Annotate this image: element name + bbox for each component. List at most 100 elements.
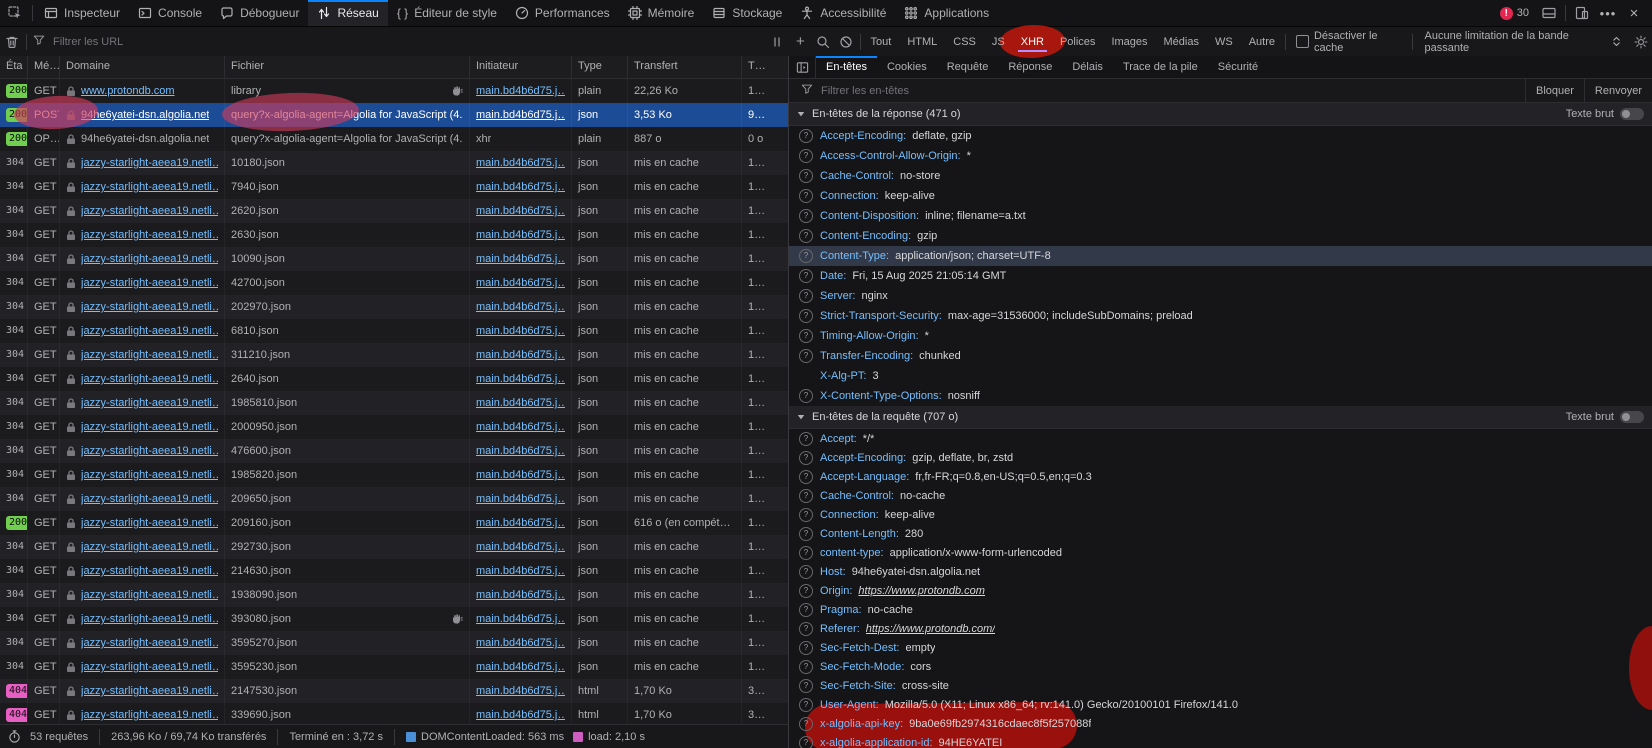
details-tab-securite[interactable]: Sécurité	[1208, 56, 1268, 78]
header-row[interactable]: ? Cache-Control no-cache	[789, 486, 1652, 505]
initiator-cell[interactable]: main.bd4b6d75.j…	[470, 511, 572, 535]
header-row[interactable]: ? Connection keep-alive	[789, 186, 1652, 206]
help-icon[interactable]: ?	[799, 389, 813, 403]
network-request-row[interactable]: 304 GET jazzy-starlight-aeea19.netli… 42…	[0, 271, 788, 295]
initiator-cell[interactable]: main.bd4b6d75.j…	[470, 367, 572, 391]
initiator-cell[interactable]: main.bd4b6d75.j…	[470, 223, 572, 247]
details-tab-reponse[interactable]: Réponse	[998, 56, 1062, 78]
initiator-cell[interactable]: main.bd4b6d75.j…	[470, 439, 572, 463]
header-row[interactable]: ? Accept-Language fr,fr-FR;q=0.8,en-US;q…	[789, 467, 1652, 486]
headers-filter-input[interactable]	[819, 84, 1525, 98]
network-request-row[interactable]: 304 GET jazzy-starlight-aeea19.netli… 29…	[0, 535, 788, 559]
tool-tab-applications[interactable]: Applications	[895, 0, 998, 26]
initiator-cell[interactable]: main.bd4b6d75.j…	[470, 79, 572, 103]
network-request-row[interactable]: 304 GET jazzy-starlight-aeea19.netli… 26…	[0, 199, 788, 223]
help-icon[interactable]: ?	[799, 584, 813, 598]
tool-tab-inspecteur[interactable]: Inspecteur	[35, 0, 129, 26]
network-request-row[interactable]: 304 GET jazzy-starlight-aeea19.netli… 47…	[0, 439, 788, 463]
header-row[interactable]: ? Timing-Allow-Origin *	[789, 326, 1652, 346]
network-request-row[interactable]: 304 GET jazzy-starlight-aeea19.netli… 19…	[0, 583, 788, 607]
network-request-row[interactable]: 304 GET jazzy-starlight-aeea19.netli… 31…	[0, 343, 788, 367]
network-request-row[interactable]: 404 GET jazzy-starlight-aeea19.netli… 21…	[0, 679, 788, 703]
network-request-row[interactable]: 304 GET jazzy-starlight-aeea19.netli… 20…	[0, 295, 788, 319]
network-request-row[interactable]: 200 GET www.protondb.com library main.bd…	[0, 79, 788, 103]
filter-url-input[interactable]	[51, 35, 766, 49]
network-request-row[interactable]: 304 GET jazzy-starlight-aeea19.netli… 35…	[0, 655, 788, 679]
new-request-button[interactable]: +	[789, 30, 812, 54]
initiator-cell[interactable]: main.bd4b6d75.j…	[470, 247, 572, 271]
header-row[interactable]: ? Strict-Transport-Security max-age=3153…	[789, 306, 1652, 326]
block-request-button[interactable]	[835, 30, 858, 54]
header-row[interactable]: ? Cache-Control no-store	[789, 166, 1652, 186]
initiator-cell[interactable]: main.bd4b6d75.j…	[470, 175, 572, 199]
network-request-row[interactable]: 304 GET jazzy-starlight-aeea19.netli… 19…	[0, 391, 788, 415]
header-row[interactable]: ? Content-Type application/json; charset…	[789, 246, 1652, 266]
header-row[interactable]: ? Referer https://www.protondb.com/	[789, 619, 1652, 638]
header-row[interactable]: ? X-Alg-PT 3	[789, 366, 1652, 386]
column-header-initiator[interactable]: Initiateur	[470, 56, 572, 78]
help-icon[interactable]: ?	[799, 329, 813, 343]
split-details-button[interactable]	[789, 56, 816, 78]
header-row[interactable]: ? content-type application/x-www-form-ur…	[789, 543, 1652, 562]
column-header-time[interactable]: T…	[742, 56, 788, 78]
header-row[interactable]: ? Transfer-Encoding chunked	[789, 346, 1652, 366]
network-request-row[interactable]: 200 POST 94he6yatei-dsn.algolia.net quer…	[0, 103, 788, 127]
meatball-menu-button[interactable]: •••	[1596, 1, 1620, 25]
network-request-row[interactable]: 304 GET jazzy-starlight-aeea19.netli… 19…	[0, 463, 788, 487]
network-request-row[interactable]: 200 OP… 94he6yatei-dsn.algolia.net query…	[0, 127, 788, 151]
network-settings-button[interactable]	[1629, 30, 1652, 54]
type-filter-css[interactable]: CSS	[947, 33, 982, 51]
initiator-cell[interactable]: xhr	[470, 127, 572, 151]
search-button[interactable]	[812, 30, 835, 54]
help-icon[interactable]: ?	[799, 470, 813, 484]
network-request-row[interactable]: 304 GET jazzy-starlight-aeea19.netli… 39…	[0, 607, 788, 631]
pause-traffic-button[interactable]	[766, 30, 789, 54]
details-tab-trace-de-la-pile[interactable]: Trace de la pile	[1113, 56, 1208, 78]
type-filter-medias[interactable]: Médias	[1158, 33, 1205, 51]
type-filter-autre[interactable]: Autre	[1243, 33, 1281, 51]
network-request-row[interactable]: 304 GET jazzy-starlight-aeea19.netli… 79…	[0, 175, 788, 199]
header-row[interactable]: ? Content-Length 280	[789, 524, 1652, 543]
column-header-file[interactable]: Fichier	[225, 56, 470, 78]
header-row[interactable]: ? Pragma no-cache	[789, 600, 1652, 619]
type-filter-tout[interactable]: Tout	[865, 33, 898, 51]
clear-requests-button[interactable]	[0, 30, 24, 54]
column-header-status[interactable]: Éta	[0, 56, 28, 78]
help-icon[interactable]: ?	[799, 451, 813, 465]
help-icon[interactable]: ?	[799, 169, 813, 183]
resend-button[interactable]: Renvoyer	[1584, 79, 1652, 102]
disable-cache-checkbox[interactable]	[1296, 35, 1309, 48]
initiator-cell[interactable]: main.bd4b6d75.j…	[470, 343, 572, 367]
type-filter-xhr[interactable]: XHR	[1015, 33, 1050, 51]
header-row[interactable]: ? x-algolia-application-id 94HE6YATEI	[789, 733, 1652, 748]
initiator-cell[interactable]: main.bd4b6d75.j…	[470, 103, 572, 127]
header-row[interactable]: ? Origin https://www.protondb.com	[789, 581, 1652, 600]
close-devtools-button[interactable]: ×	[1622, 1, 1646, 25]
raw-toggle-switch[interactable]	[1620, 411, 1644, 423]
column-header-method[interactable]: Mé…	[28, 56, 60, 78]
help-icon[interactable]: ?	[799, 736, 813, 748]
help-icon[interactable]: ?	[799, 679, 813, 693]
tool-tab-debogueur[interactable]: Débogueur	[211, 0, 308, 26]
details-tab-cookies[interactable]: Cookies	[877, 56, 937, 78]
error-count-button[interactable]: ! 30	[1494, 7, 1535, 20]
initiator-cell[interactable]: main.bd4b6d75.j…	[470, 487, 572, 511]
help-icon[interactable]: ?	[799, 641, 813, 655]
help-icon[interactable]: ?	[799, 209, 813, 223]
initiator-cell[interactable]: main.bd4b6d75.j…	[470, 679, 572, 703]
network-request-row[interactable]: 304 GET jazzy-starlight-aeea19.netli… 68…	[0, 319, 788, 343]
initiator-cell[interactable]: main.bd4b6d75.j…	[470, 271, 572, 295]
help-icon[interactable]: ?	[799, 698, 813, 712]
column-header-domain[interactable]: Domaine	[60, 56, 225, 78]
help-icon[interactable]: ?	[799, 565, 813, 579]
initiator-cell[interactable]: main.bd4b6d75.j…	[470, 463, 572, 487]
tool-tab-console[interactable]: Console	[129, 0, 211, 26]
tool-tab-reseau[interactable]: Réseau	[308, 0, 387, 26]
header-row[interactable]: ? X-Content-Type-Options nosniff	[789, 386, 1652, 406]
tool-tab-editeur-de-style[interactable]: { } Éditeur de style	[388, 0, 506, 26]
help-icon[interactable]: ?	[799, 229, 813, 243]
header-row[interactable]: ? Access-Control-Allow-Origin *	[789, 146, 1652, 166]
network-request-row[interactable]: 304 GET jazzy-starlight-aeea19.netli… 26…	[0, 367, 788, 391]
tool-tab-accessibilite[interactable]: Accessibilité	[791, 0, 895, 26]
help-icon[interactable]: ?	[799, 249, 813, 263]
